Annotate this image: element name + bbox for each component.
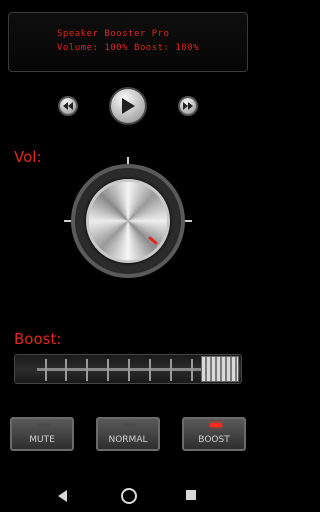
home-icon[interactable]	[121, 488, 137, 504]
normal-led	[124, 423, 136, 427]
mute-led	[38, 423, 50, 427]
play-button[interactable]	[109, 87, 147, 125]
mute-label: MUTE	[29, 435, 55, 445]
boost-slider[interactable]	[14, 354, 242, 384]
app-title: Speaker Booster Pro	[57, 29, 170, 39]
slider-tick	[45, 359, 47, 381]
volume-knob-group	[56, 155, 200, 285]
slider-tick	[149, 359, 151, 381]
fast-forward-button[interactable]	[178, 96, 198, 116]
slider-tick	[86, 359, 88, 381]
slider-tick	[107, 359, 109, 381]
slider-thumb[interactable]	[201, 356, 239, 382]
normal-button[interactable]: NORMAL	[96, 417, 160, 451]
slider-tick	[170, 359, 172, 381]
back-icon[interactable]	[58, 490, 67, 502]
boost-label: Boost:	[14, 330, 62, 348]
volume-boost-status: Volume: 100% Boost: 100%	[57, 43, 200, 53]
system-navbar	[0, 482, 256, 512]
play-icon	[122, 98, 135, 114]
status-display: Speaker Booster Pro Volume: 100% Boost: …	[8, 12, 248, 72]
fast-forward-icon	[183, 102, 193, 110]
mute-button[interactable]: MUTE	[10, 417, 74, 451]
rewind-icon	[63, 102, 73, 110]
slider-tick	[128, 359, 130, 381]
normal-label: NORMAL	[108, 435, 148, 445]
slider-tick	[191, 359, 193, 381]
boost-button-label: BOOST	[198, 435, 230, 445]
volume-label: Vol:	[14, 148, 42, 166]
volume-knob[interactable]	[86, 179, 170, 263]
recent-apps-icon[interactable]	[186, 490, 196, 500]
boost-button[interactable]: BOOST	[182, 417, 246, 451]
boost-led	[210, 423, 222, 427]
rewind-button[interactable]	[58, 96, 78, 116]
slider-tick	[65, 359, 67, 381]
